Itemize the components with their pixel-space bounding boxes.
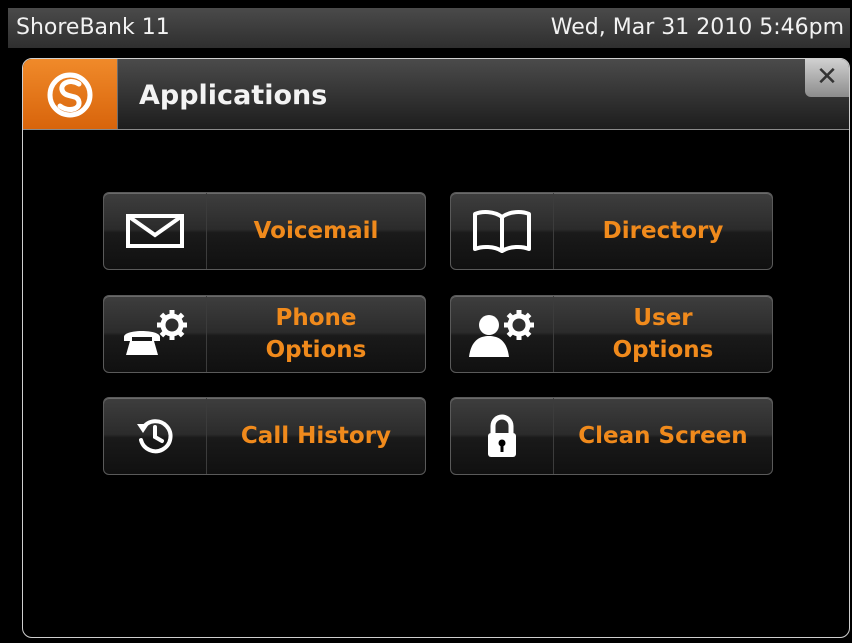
padlock-icon xyxy=(451,398,554,474)
date-time: Wed, Mar 31 2010 5:46pm xyxy=(550,15,844,40)
voicemail-button[interactable]: Voicemail xyxy=(103,192,426,270)
open-book-icon xyxy=(451,193,554,269)
clean-screen-label: Clean Screen xyxy=(578,423,748,449)
phone-display: ShoreBank 11 Wed, Mar 31 2010 5:46pm App… xyxy=(0,0,852,643)
status-bar: ShoreBank 11 Wed, Mar 31 2010 5:46pm xyxy=(8,8,850,48)
extension-name: ShoreBank 11 xyxy=(16,15,170,40)
close-icon: ✕ xyxy=(816,62,838,92)
phone-options-button[interactable]: Phone Options xyxy=(103,295,426,373)
window-titlebar: Applications ✕ xyxy=(23,59,849,130)
close-button[interactable]: ✕ xyxy=(805,59,849,97)
envelope-icon xyxy=(104,193,207,269)
phone-gear-icon xyxy=(104,296,207,372)
clean-screen-button[interactable]: Clean Screen xyxy=(450,397,773,475)
user-options-button[interactable]: User Options xyxy=(450,295,773,373)
clock-history-icon xyxy=(104,398,207,474)
directory-button[interactable]: Directory xyxy=(450,192,773,270)
user-gear-icon xyxy=(451,296,554,372)
user-options-label: User Options xyxy=(612,305,714,363)
window-title: Applications xyxy=(139,80,328,111)
applications-window: Applications ✕ Voicemail Directory Phone… xyxy=(22,58,850,638)
voicemail-label: Voicemail xyxy=(253,218,379,244)
call-history-button[interactable]: Call History xyxy=(103,397,426,475)
directory-label: Directory xyxy=(602,218,724,244)
phone-options-label: Phone Options xyxy=(265,305,367,363)
call-history-label: Call History xyxy=(240,423,392,449)
shoretel-logo-icon xyxy=(23,59,118,129)
